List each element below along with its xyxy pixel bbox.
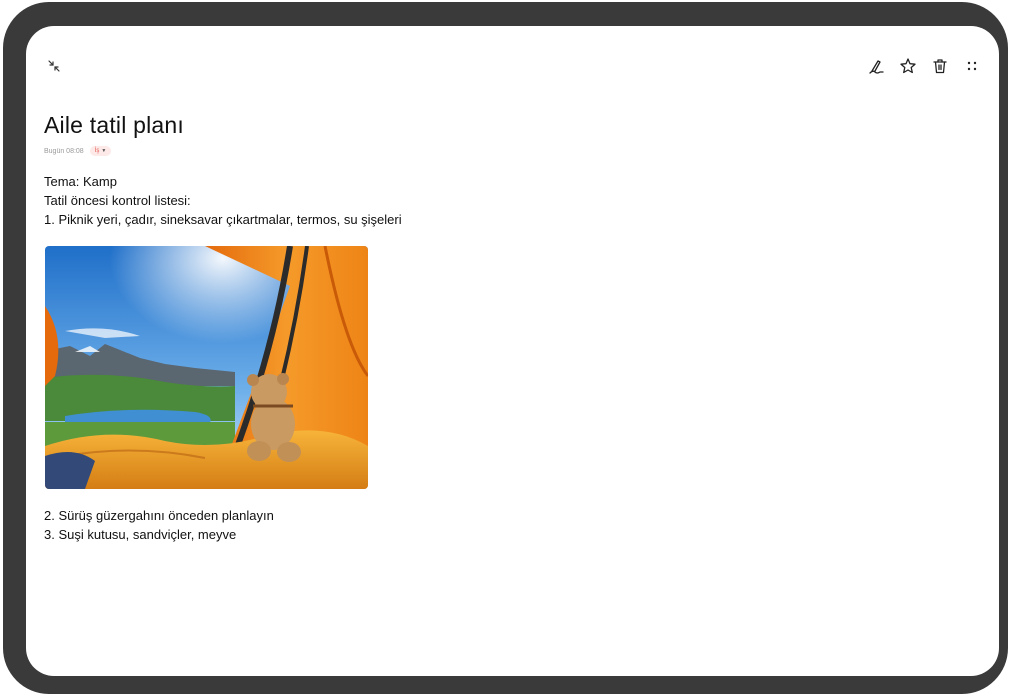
category-label: İş xyxy=(94,148,100,154)
note-body-bottom[interactable]: 2. Sürüş güzergahını önceden planlayın 3… xyxy=(44,506,274,544)
note-screen: Aile tatil planı Bugün 08:08 İş ▼ Tema: … xyxy=(26,26,999,676)
note-title[interactable]: Aile tatil planı xyxy=(44,112,184,139)
note-line: 2. Sürüş güzergahını önceden planlayın xyxy=(44,508,274,523)
note-meta: Bugün 08:08 İş ▼ xyxy=(44,146,112,156)
note-line: 1. Piknik yeri, çadır, sineksavar çıkart… xyxy=(44,212,402,227)
note-timestamp: Bugün 08:08 xyxy=(44,147,84,155)
toolbar xyxy=(26,26,999,96)
collapse-icon[interactable] xyxy=(42,54,66,78)
more-icon[interactable] xyxy=(960,54,984,78)
note-line: Tatil öncesi kontrol listesi: xyxy=(44,193,191,208)
device-frame: Aile tatil planı Bugün 08:08 İş ▼ Tema: … xyxy=(3,2,1008,694)
trash-icon[interactable] xyxy=(928,54,952,78)
note-line: Tema: Kamp xyxy=(44,174,117,189)
star-icon[interactable] xyxy=(896,54,920,78)
handwriting-icon[interactable] xyxy=(865,54,889,78)
camping-photo[interactable] xyxy=(45,246,368,489)
note-body-top[interactable]: Tema: Kamp Tatil öncesi kontrol listesi:… xyxy=(44,172,402,229)
note-line: 3. Suşi kutusu, sandviçler, meyve xyxy=(44,527,237,542)
caret-down-icon: ▼ xyxy=(101,148,107,154)
category-dropdown[interactable]: İş ▼ xyxy=(89,146,112,156)
